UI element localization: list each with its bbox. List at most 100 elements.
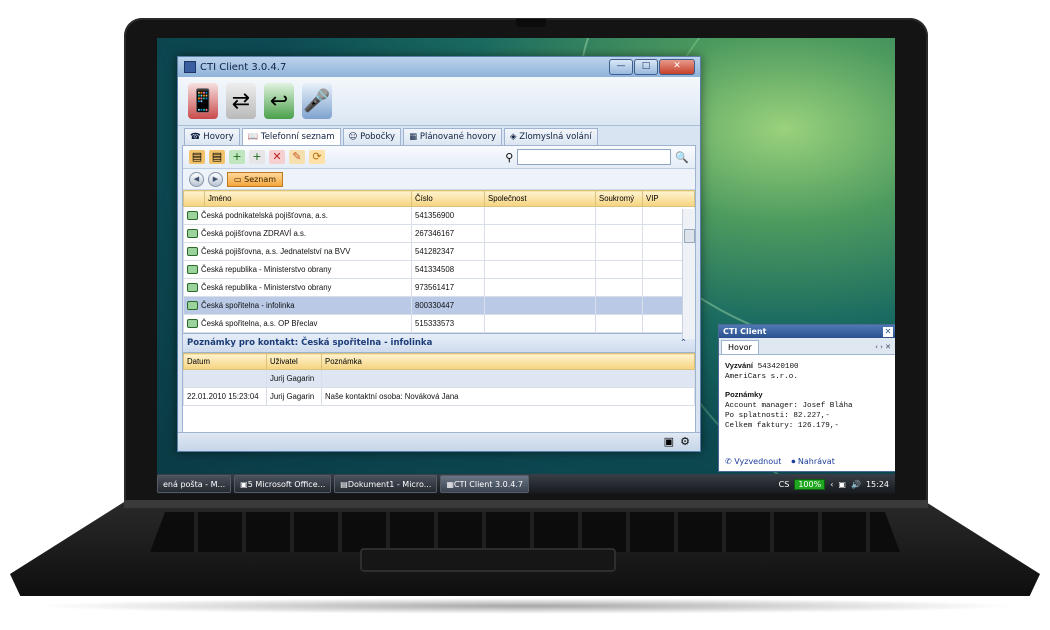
caller-company: AmeriCars s.r.o. — [725, 373, 798, 381]
column-header[interactable]: Poznámka — [321, 353, 695, 370]
tab-label: Telefonní seznam — [260, 132, 335, 142]
table-row[interactable]: Česká spořitelna, a.s. OP Břeclav 5153335… — [183, 314, 695, 333]
popup-close-button[interactable]: ✕ — [883, 326, 893, 337]
phone-icon — [187, 319, 198, 329]
app-icon: ▦ — [446, 479, 454, 489]
minimize-button[interactable]: — — [609, 59, 633, 75]
navigation-row: ◀ ▶ ▭ Seznam — [183, 169, 695, 190]
taskbar-item-document[interactable]: ▤ Dokument1 - Micro... — [334, 475, 438, 493]
column-header[interactable]: Uživatel — [266, 353, 322, 370]
taskbar-item-mail[interactable]: ená pošta - M... — [157, 475, 232, 493]
window-titlebar[interactable]: CTI Client 3.0.4.7 — □ ✕ — [178, 57, 700, 77]
laptop-hinge — [124, 500, 928, 508]
taskbar-label: CTI Client 3.0.4.7 — [453, 479, 523, 489]
tab-telefonni-seznam[interactable]: 📖 Telefonní seznam — [241, 128, 341, 145]
network-icon[interactable]: ▣ — [838, 480, 846, 489]
volume-icon[interactable]: 🔊 — [851, 480, 861, 489]
notes-header[interactable]: Poznámky pro kontakt: Česká spořitelna -… — [183, 333, 695, 353]
add-phone-icon[interactable]: + — [249, 150, 265, 164]
tab-hovory[interactable]: ☎ Hovory — [184, 128, 240, 145]
cti-client-window: CTI Client 3.0.4.7 — □ ✕ 📱 ⇄ ↩ 🎤 ☎ Hovor… — [177, 56, 701, 452]
tab-label: Hovory — [203, 132, 234, 142]
table-row-selected[interactable]: Česká spořitelna - infolinka 800330447 — [183, 296, 695, 315]
phone-icon — [187, 283, 198, 293]
table-row[interactable]: Česká pojišťovna ZDRAVÍ a.s. 267346167 — [183, 224, 695, 243]
tab-strip: ☎ Hovory 📖 Telefonní seznam ☺ Pobočky ▦ … — [178, 126, 700, 145]
note-date: 22.01.2010 15:23:04 — [183, 387, 267, 406]
maximize-button[interactable]: □ — [634, 59, 658, 75]
phone-hangup-icon[interactable]: ↩ — [264, 83, 294, 119]
close-button[interactable]: ✕ — [659, 59, 695, 75]
calling-label: Vyzvání — [725, 361, 753, 370]
table-row[interactable]: Česká republika - Ministerstvo obrany 541… — [183, 260, 695, 279]
notes-table: Datum Uživatel Poznámka Jurij Gagarin 22… — [183, 353, 695, 406]
folder-edit-icon[interactable]: ▤ — [209, 150, 225, 164]
table-row[interactable]: Česká republika - Ministerstvo obrany 973… — [183, 278, 695, 297]
refresh-icon[interactable]: ⟳ — [309, 150, 325, 164]
phone-icon — [187, 211, 198, 221]
tab-hovor[interactable]: Hovor — [721, 340, 759, 354]
column-header[interactable]: Soukromý — [595, 190, 643, 207]
phone-icon — [187, 247, 198, 257]
language-indicator[interactable]: CS — [779, 480, 790, 489]
tab-label: Pobočky — [360, 132, 396, 142]
magnifier-icon[interactable]: 🔍 — [675, 151, 689, 164]
popup-titlebar[interactable]: CTI Client ✕ — [719, 325, 895, 338]
tab-pobocky[interactable]: ☺ Pobočky — [342, 128, 402, 145]
contacts-scrollbar[interactable] — [682, 209, 695, 339]
tab-zlomyslna-volani[interactable]: ◈ Zlomyslná volání — [504, 128, 598, 145]
collapse-icon[interactable]: ⌃ — [680, 338, 687, 348]
table-row[interactable]: Jurij Gagarin — [183, 369, 695, 388]
column-header[interactable]: Společnost — [484, 190, 596, 207]
folder-open-icon[interactable]: ▤ — [189, 150, 205, 164]
phone-icon[interactable]: 📱 — [188, 83, 218, 119]
tab-label: Plánované hovory — [419, 132, 497, 142]
table-row[interactable]: Česká podnikatelská pojišťovna, a.s. 5413… — [183, 206, 695, 225]
tab-label: Zlomyslná volání — [519, 132, 592, 142]
note-text — [321, 369, 695, 388]
popup-title: CTI Client — [723, 327, 767, 336]
microphone-icon[interactable]: 🎤 — [302, 83, 332, 119]
contact-name: Česká spořitelna, a.s. OP Břeclav — [201, 318, 318, 328]
column-header[interactable]: Číslo — [411, 190, 485, 207]
forward-button[interactable]: ▶ — [208, 171, 223, 187]
people-icon: ☺ — [348, 132, 361, 142]
office-icon: ▣ — [240, 479, 248, 489]
contact-number: 973561417 — [411, 278, 485, 297]
taskbar-item-office[interactable]: ▣ 5 Microsoft Office... — [234, 475, 332, 493]
battery-indicator[interactable]: 100% — [794, 478, 826, 490]
shield-icon: ◈ — [510, 132, 520, 142]
note-text: Naše kontaktní osoba: Nováková Jana — [321, 387, 695, 406]
answer-button[interactable]: ✆ Vyzvednout — [725, 457, 781, 467]
popup-note-line: Celkem faktury: 126.179,- — [725, 422, 839, 430]
phone-icon — [187, 229, 198, 239]
tab-planovane-hovory[interactable]: ▦ Plánované hovory — [403, 128, 503, 145]
tray-arrow-icon[interactable]: ‹ — [830, 480, 833, 489]
contact-name: Česká republika - Ministerstvo obrany — [201, 264, 332, 274]
table-row[interactable]: 22.01.2010 15:23:04 Jurij Gagarin Naše kon… — [183, 387, 695, 406]
record-button[interactable]: ⏺ Nahrávat — [791, 457, 834, 467]
transfer-icon[interactable]: ⇄ — [226, 83, 256, 119]
phone-icon — [187, 265, 198, 275]
breadcrumb[interactable]: ▭ Seznam — [227, 171, 284, 187]
search-input[interactable] — [517, 149, 672, 165]
calendar-icon: ▦ — [409, 132, 420, 142]
taskbar-item-cti-client[interactable]: ▦ CTI Client 3.0.4.7 — [440, 475, 529, 493]
column-header[interactable]: Datum — [183, 353, 267, 370]
edit-icon[interactable]: ✎ — [289, 150, 305, 164]
system-tray: CS 100% ‹ ▣ 🔊 15:24 — [779, 478, 889, 490]
filter-icon[interactable]: ⚲ — [505, 151, 513, 164]
call-notification-popup: CTI Client ✕ Hovor ‹ › ✕ Vyzvání 5434201… — [718, 324, 895, 472]
column-header[interactable]: VIP — [642, 190, 695, 207]
popup-notes-label: Poznámky — [725, 390, 763, 399]
table-row[interactable]: Česká pojišťovna, a.s. Jednatelství na B… — [183, 242, 695, 261]
scrollbar-thumb[interactable] — [684, 229, 695, 243]
delete-icon[interactable]: ✕ — [269, 150, 285, 164]
back-button[interactable]: ◀ — [189, 171, 204, 187]
contact-name: Česká republika - Ministerstvo obrany — [201, 282, 332, 292]
clock[interactable]: 15:24 — [866, 480, 889, 489]
contact-name: Česká podnikatelská pojišťovna, a.s. — [201, 210, 328, 220]
column-header[interactable]: Jméno — [204, 190, 412, 207]
add-contact-icon[interactable]: + — [229, 150, 245, 164]
popup-tab-controls[interactable]: ‹ › ✕ — [875, 343, 891, 351]
